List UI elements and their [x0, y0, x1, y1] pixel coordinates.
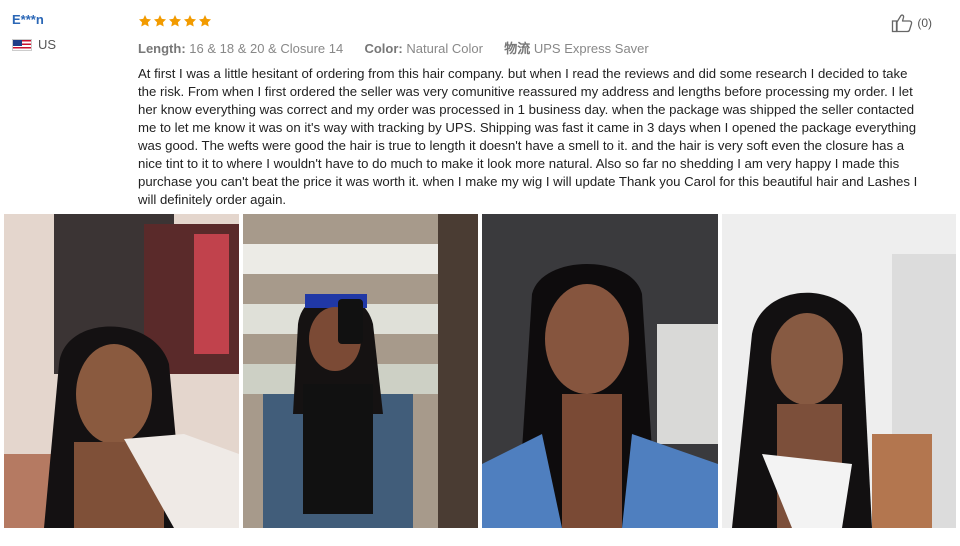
- photo-scene: [482, 214, 718, 528]
- country-code: US: [38, 37, 57, 52]
- reviewer-country: US: [12, 37, 132, 52]
- length-value: 16 & 18 & 20 & Closure 14: [189, 41, 344, 56]
- star-icon: [153, 15, 167, 27]
- shipping-label: 物流: [504, 41, 531, 56]
- customer-photo-1[interactable]: [4, 214, 239, 528]
- star-icon: [138, 15, 152, 27]
- order-details: Length: 16 & 18 & 20 & Closure 14 Color:…: [138, 38, 938, 57]
- color-value: Natural Color: [406, 41, 483, 56]
- reviewer-name: E***n: [12, 12, 44, 27]
- us-flag-icon: [12, 38, 32, 51]
- star-rating: [138, 12, 938, 30]
- review-text: At first I was a little hesitant of orde…: [138, 66, 918, 207]
- customer-photo-2[interactable]: [243, 214, 478, 528]
- customer-photo-4[interactable]: [722, 214, 956, 528]
- customer-photo-3[interactable]: [482, 214, 718, 528]
- reviewer-info: E***n US: [12, 12, 132, 52]
- star-icon: [183, 15, 197, 27]
- photo-scene: [243, 214, 478, 528]
- review-content: Length: 16 & 18 & 20 & Closure 14 Color:…: [138, 12, 938, 209]
- review-photos: [4, 214, 956, 528]
- star-icon: [198, 15, 212, 27]
- shipping-value: UPS Express Saver: [533, 41, 649, 56]
- star-icon: [168, 15, 182, 27]
- photo-scene: [4, 214, 239, 528]
- length-label: Length:: [138, 41, 186, 56]
- photo-scene: [722, 214, 956, 528]
- color-label: Color:: [364, 41, 403, 56]
